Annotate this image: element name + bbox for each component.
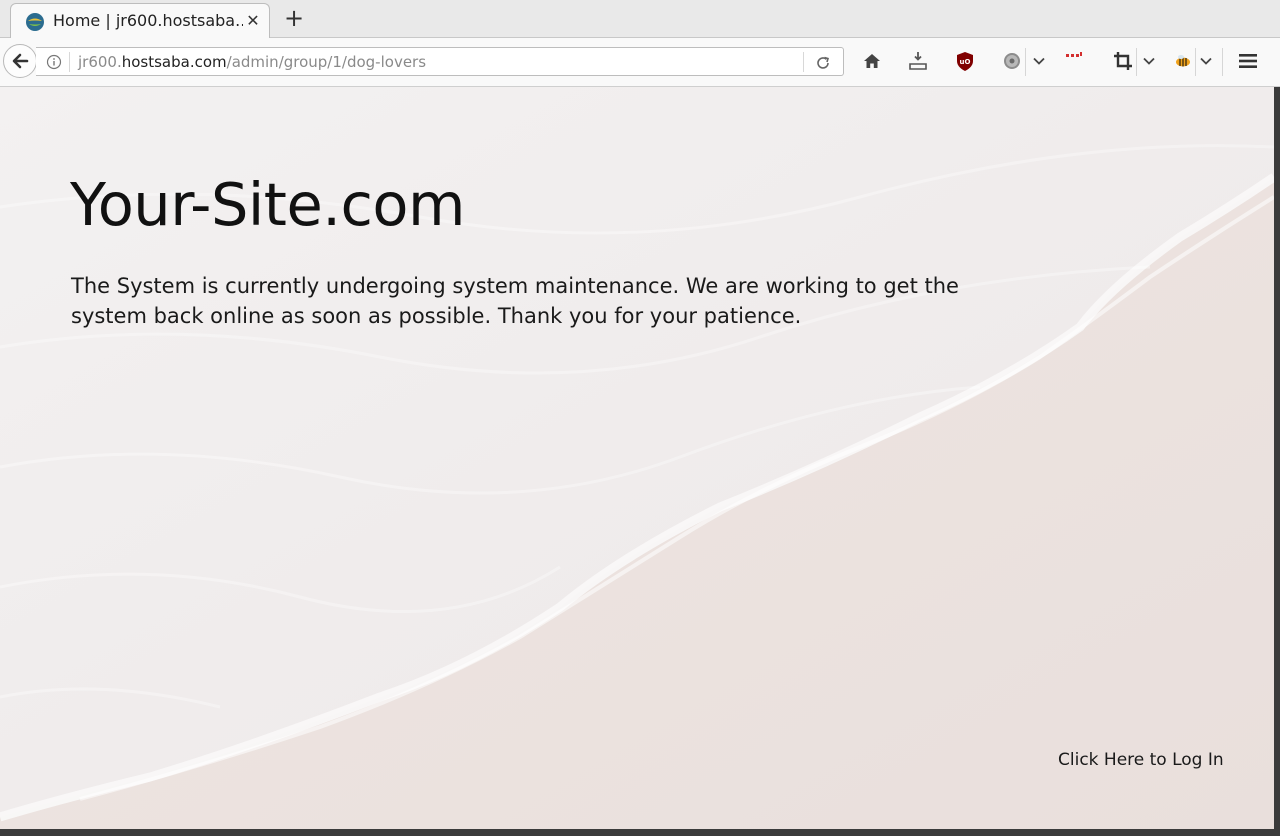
navigation-toolbar: jr600.hostsaba.com/admin/group/1/dog-lov… <box>0 38 1280 87</box>
url-subdomain: jr600. <box>78 53 122 71</box>
url-domain: hostsaba.com <box>121 53 227 71</box>
settings-gear-icon[interactable] <box>1001 50 1023 72</box>
toolbar-separator <box>1222 48 1223 76</box>
maintenance-message: The System is currently undergoing syste… <box>71 274 959 328</box>
home-icon[interactable] <box>861 50 883 72</box>
maintenance-page: Your-Site.com The System is currently un… <box>0 87 1274 829</box>
site-favicon-icon <box>26 13 44 31</box>
download-icon[interactable] <box>907 50 929 72</box>
toolbar-separator <box>1025 48 1026 76</box>
chevron-down-icon[interactable] <box>1199 54 1213 68</box>
chevron-down-icon[interactable] <box>1032 54 1046 68</box>
window-edge <box>1274 87 1280 829</box>
tab-strip: Home | jr600.hostsaba.... ✕ + <box>0 0 1280 39</box>
back-button[interactable] <box>3 44 37 78</box>
tab-close-icon[interactable]: ✕ <box>243 11 263 31</box>
site-info-icon[interactable] <box>46 54 62 70</box>
url-bar[interactable]: jr600.hostsaba.com/admin/group/1/dog-lov… <box>36 47 844 76</box>
ublock-icon[interactable]: uO <box>954 50 976 72</box>
menu-icon[interactable] <box>1237 50 1259 72</box>
reload-icon[interactable] <box>814 54 832 72</box>
window-bottom-edge <box>0 829 1280 836</box>
bee-icon[interactable] <box>1172 50 1194 72</box>
url-separator <box>69 52 70 72</box>
crop-icon[interactable] <box>1112 50 1134 72</box>
tab-title: Home | jr600.hostsaba.... <box>53 12 243 30</box>
new-tab-button[interactable]: + <box>282 6 306 31</box>
reload-separator <box>803 52 804 72</box>
login-link[interactable]: Click Here to Log In <box>1058 749 1224 771</box>
tab-home[interactable]: Home | jr600.hostsaba.... ✕ <box>10 3 270 39</box>
url-text[interactable]: jr600.hostsaba.com/admin/group/1/dog-lov… <box>78 53 426 71</box>
site-title: Your-Site.com <box>70 170 466 239</box>
toolbar-separator <box>1195 48 1196 76</box>
extension-dots-icon[interactable] <box>1063 48 1085 70</box>
svg-text:uO: uO <box>960 58 971 66</box>
url-path: /admin/group/1/dog-lovers <box>226 53 427 71</box>
back-arrow-icon <box>12 53 29 69</box>
toolbar-separator <box>1136 48 1137 76</box>
chevron-down-icon[interactable] <box>1142 54 1156 68</box>
